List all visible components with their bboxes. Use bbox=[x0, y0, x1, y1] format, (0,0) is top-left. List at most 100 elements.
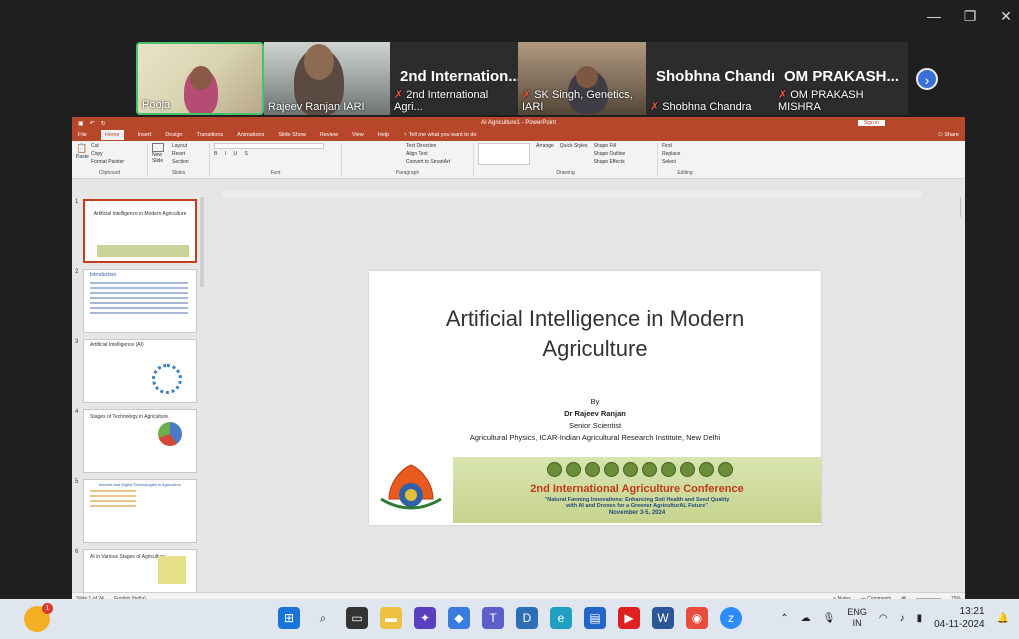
redo-icon[interactable]: ↻ bbox=[101, 120, 106, 127]
slide-title[interactable]: Artificial Intelligence in Modern Agricu… bbox=[369, 304, 821, 364]
youtube-icon[interactable]: ▶ bbox=[618, 607, 640, 629]
file-explorer-icon[interactable]: ▬ bbox=[380, 607, 402, 629]
arrange-button[interactable]: Arrange bbox=[536, 143, 554, 149]
replace-button[interactable]: Replace bbox=[662, 151, 708, 157]
desktop: — ❐ ✕ Pooja Rajeev Ranjan IARI 2nd Inter… bbox=[0, 0, 1019, 639]
battery-icon[interactable]: ▮ bbox=[917, 613, 923, 624]
search-icon[interactable]: ⌕ bbox=[312, 607, 334, 629]
participant-name: ✗ SK Singh, Genetics, IARI bbox=[522, 89, 633, 113]
thumbnail-diagram bbox=[152, 364, 182, 394]
save-icon[interactable]: ▣ bbox=[78, 120, 84, 127]
sign-in-button[interactable]: Sign in bbox=[857, 120, 885, 126]
thumbnail-title: Artificial Intelligence in Modern Agricu… bbox=[93, 211, 187, 217]
next-participants-button[interactable]: › bbox=[916, 68, 938, 90]
zoom-icon[interactable]: z bbox=[720, 607, 742, 629]
partner-logos bbox=[468, 462, 811, 480]
tab-insert[interactable]: Insert bbox=[138, 132, 152, 138]
group-caption: Slides bbox=[171, 170, 186, 176]
group-caption: Editing bbox=[677, 170, 693, 176]
video-tile-shobhna[interactable]: Shobhna Chandra ✗ Shobhna Chandra bbox=[646, 42, 774, 115]
shape-outline-button[interactable]: Shape Outline bbox=[594, 151, 626, 157]
reset-button[interactable]: Reset bbox=[172, 151, 189, 157]
share-button[interactable]: ⚇ Share bbox=[938, 132, 959, 138]
restore-icon[interactable]: ❐ bbox=[963, 8, 977, 25]
bell-icon[interactable]: 🔔 bbox=[997, 613, 1009, 624]
find-button[interactable]: Find bbox=[662, 143, 708, 149]
close-icon[interactable]: ✕ bbox=[999, 8, 1013, 25]
layout-button[interactable]: Layout bbox=[172, 143, 189, 149]
shape-effects-button[interactable]: Shape Effects bbox=[594, 159, 626, 165]
format-painter-button[interactable]: Format Painter bbox=[91, 159, 124, 165]
tab-design[interactable]: Design bbox=[165, 132, 182, 138]
thumbnail-pie bbox=[158, 422, 182, 446]
windows-start-icon[interactable]: ⊞ bbox=[278, 607, 300, 629]
slide-author-block[interactable]: By Dr Rajeev Ranjan Senior Scientist Agr… bbox=[369, 396, 821, 444]
slide-thumbnails-pane: 1 Artificial Intelligence in Modern Agri… bbox=[72, 193, 204, 592]
align-text-button[interactable]: Align Text bbox=[406, 151, 469, 157]
video-tile-pooja[interactable]: Pooja bbox=[136, 42, 264, 115]
chevron-up-icon[interactable]: ⌃ bbox=[780, 613, 788, 624]
text-direction-button[interactable]: Text Direction bbox=[406, 143, 469, 149]
tab-review[interactable]: Review bbox=[320, 132, 338, 138]
teams-icon[interactable]: T bbox=[482, 607, 504, 629]
tab-help[interactable]: Help bbox=[378, 132, 389, 138]
slide-thumbnail-4[interactable]: Stages of Technology in Agriculture bbox=[83, 409, 197, 473]
video-tile-rajeev[interactable]: Rajeev Ranjan IARI bbox=[264, 42, 390, 115]
cut-button[interactable]: Cut bbox=[91, 143, 124, 149]
tab-view[interactable]: View bbox=[352, 132, 364, 138]
thumbnails-scrollbar[interactable] bbox=[200, 197, 204, 287]
thumbnail-title: Stages of Technology in Agriculture bbox=[90, 414, 169, 420]
tab-file[interactable]: File bbox=[78, 132, 87, 138]
tab-transitions[interactable]: Transitions bbox=[196, 132, 223, 138]
wifi-icon[interactable]: ◠ bbox=[879, 613, 888, 624]
clock[interactable]: 13:21 04-11-2024 bbox=[934, 605, 984, 631]
paste-button[interactable]: 📋 Paste bbox=[76, 143, 89, 165]
video-tile-sk-singh[interactable]: ✗ SK Singh, Genetics, IARI bbox=[518, 42, 646, 115]
thumbnail-banner bbox=[97, 245, 189, 257]
mic-muted-icon: ✗ bbox=[778, 89, 788, 101]
photos-icon[interactable]: ◆ bbox=[448, 607, 470, 629]
slide-thumbnail-1[interactable]: Artificial Intelligence in Modern Agricu… bbox=[83, 199, 197, 263]
chrome-icon[interactable]: ◉ bbox=[686, 607, 708, 629]
task-view-icon[interactable]: ▭ bbox=[346, 607, 368, 629]
slide-thumbnail-6[interactable]: AI in Various Stages of Agriculture bbox=[83, 549, 197, 592]
slide-editor: Artificial Intelligence in Modern Agricu… bbox=[214, 197, 960, 592]
weather-widget[interactable]: 1 bbox=[24, 603, 53, 632]
slide-thumbnail-3[interactable]: Artificial Intelligence (AI) bbox=[83, 339, 197, 403]
volume-icon[interactable]: ♪ bbox=[900, 613, 905, 624]
participant-name: ✗ 2nd International Agri... bbox=[394, 89, 489, 113]
tab-home[interactable]: Home bbox=[100, 130, 124, 140]
microphone-icon[interactable]: 🎙 bbox=[823, 613, 836, 624]
convert-smartart-button[interactable]: Convert to SmartArt bbox=[406, 159, 469, 165]
slide-number: 2 bbox=[75, 269, 79, 275]
edge-icon[interactable]: e bbox=[550, 607, 572, 629]
video-strip: Pooja Rajeev Ranjan IARI 2nd Internation… bbox=[136, 42, 908, 115]
dell-icon[interactable]: D bbox=[516, 607, 538, 629]
shapes-gallery[interactable] bbox=[478, 143, 530, 165]
undo-icon[interactable]: ↶ bbox=[90, 120, 95, 127]
font-formatting-row[interactable]: B I U S bbox=[214, 151, 337, 157]
slide-thumbnail-5[interactable]: Internet and Digital Technologies in Agr… bbox=[83, 479, 197, 543]
font-selector[interactable] bbox=[214, 143, 324, 149]
copilot-icon[interactable]: ✦ bbox=[414, 607, 436, 629]
slide-thumbnail-2[interactable]: Introduction bbox=[83, 269, 197, 333]
quick-styles-button[interactable]: Quick Styles bbox=[560, 143, 588, 149]
copy-button[interactable]: Copy bbox=[91, 151, 124, 157]
onedrive-icon[interactable]: ☁ bbox=[801, 613, 811, 624]
minimize-icon[interactable]: — bbox=[927, 8, 941, 25]
tab-slide-show[interactable]: Slide Show bbox=[278, 132, 306, 138]
slide-canvas[interactable]: Artificial Intelligence in Modern Agricu… bbox=[369, 271, 821, 525]
word-icon[interactable]: W bbox=[652, 607, 674, 629]
tell-me-search[interactable]: ♀ Tell me what you want to do bbox=[403, 132, 476, 138]
new-slide-button[interactable]: New Slide bbox=[152, 143, 168, 165]
section-button[interactable]: Section bbox=[172, 159, 189, 165]
video-tile-om-prakash[interactable]: OM PRAKASH... ✗ OM PRAKASH MISHRA bbox=[774, 42, 908, 115]
store-icon[interactable]: ▤ bbox=[584, 607, 606, 629]
thumbnail-content bbox=[90, 282, 188, 317]
group-slides: New Slide Layout Reset Section Slides bbox=[152, 143, 210, 176]
select-button[interactable]: Select bbox=[662, 159, 708, 165]
shape-fill-button[interactable]: Shape Fill bbox=[594, 143, 626, 149]
tab-animations[interactable]: Animations bbox=[237, 132, 264, 138]
language-switch[interactable]: ENG IN bbox=[847, 607, 867, 629]
video-tile-conference[interactable]: 2nd Internation... ✗ 2nd International Ag… bbox=[390, 42, 518, 115]
